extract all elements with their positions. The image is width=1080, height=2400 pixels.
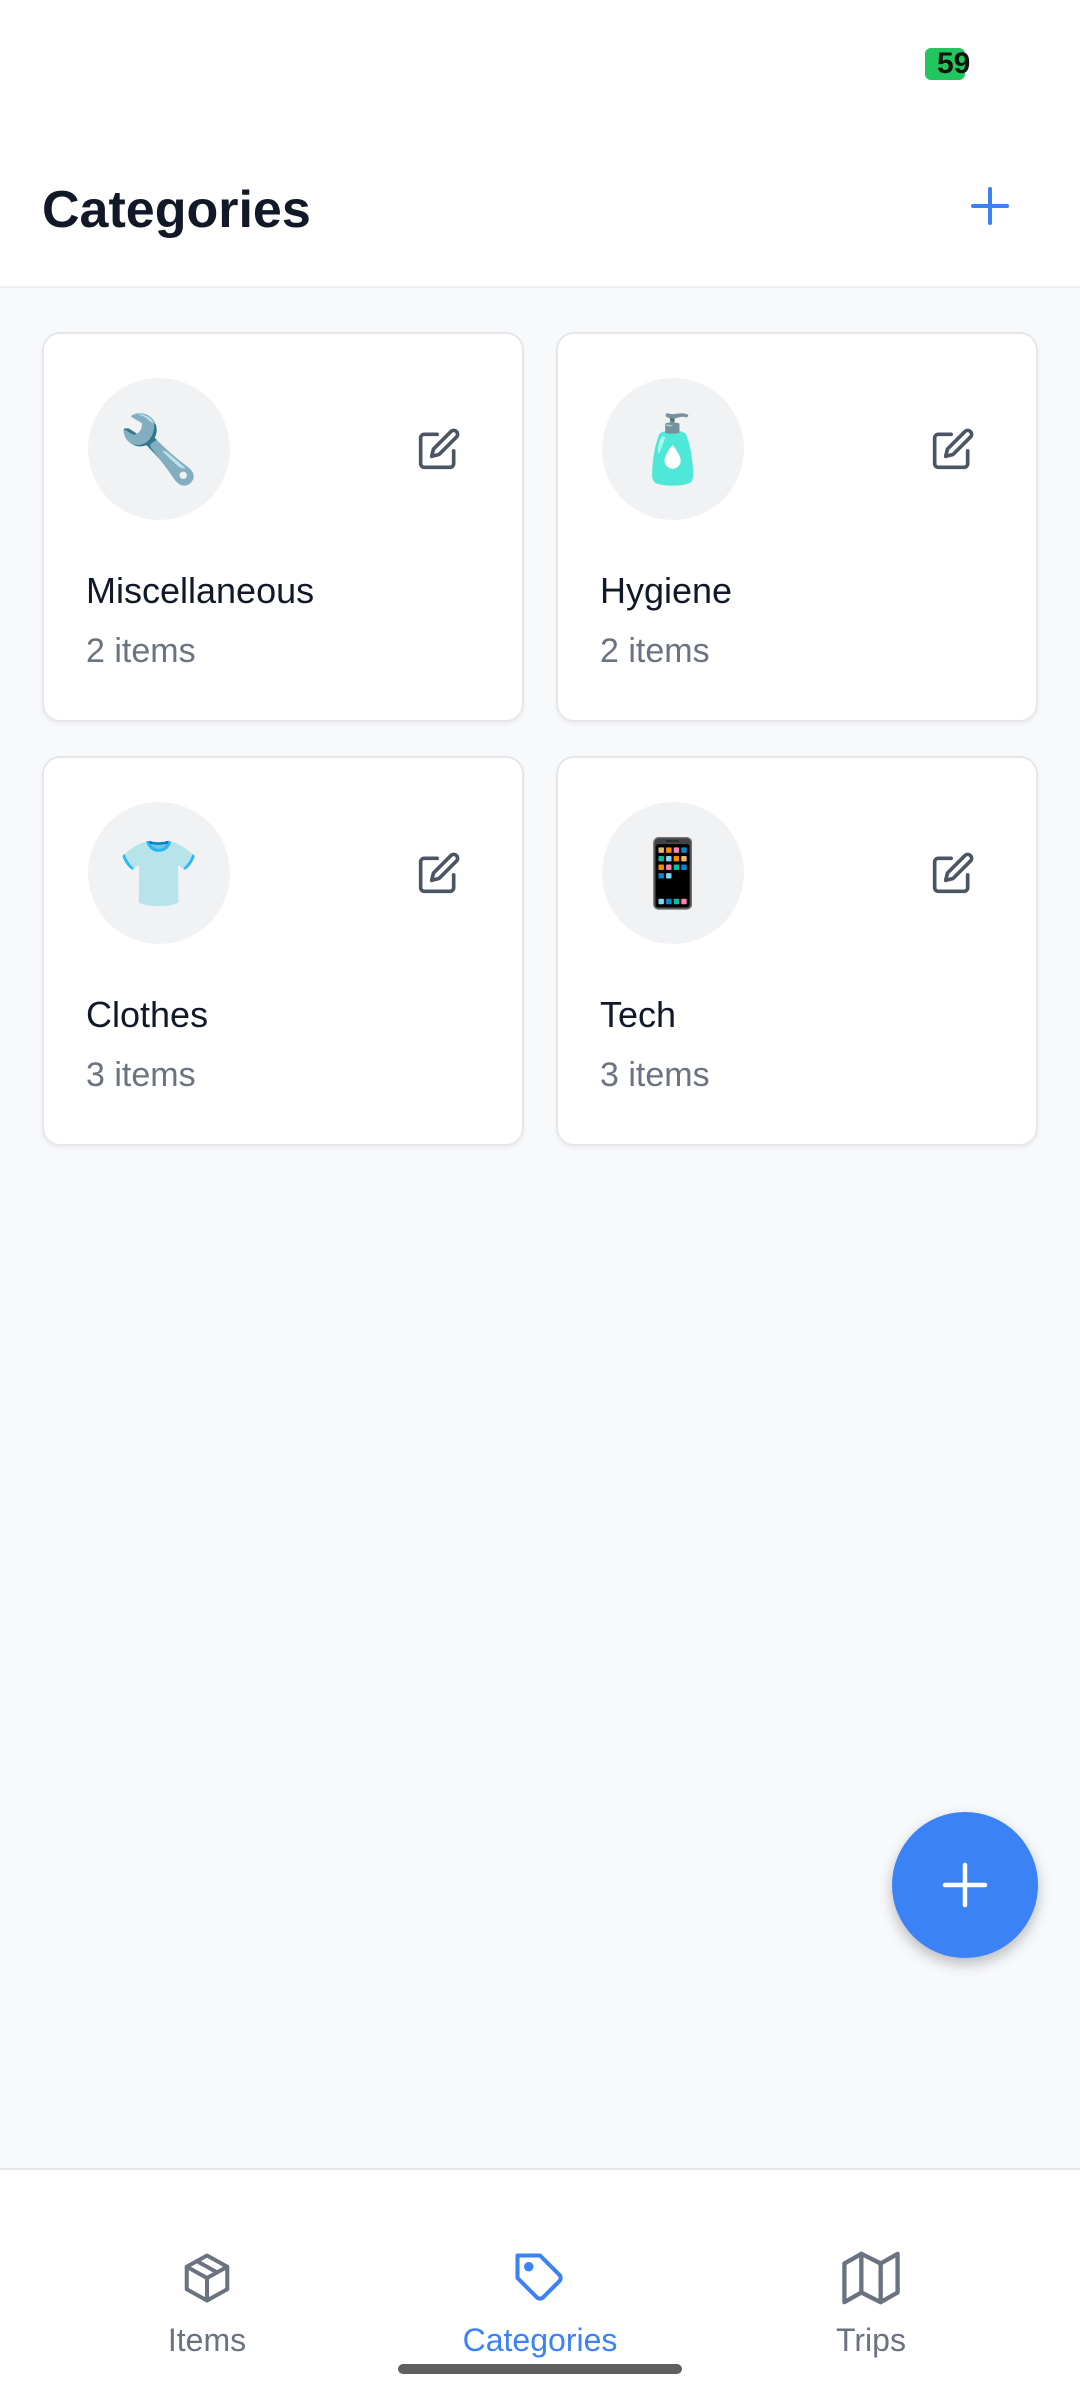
edit-button[interactable] (928, 424, 978, 474)
category-name: Miscellaneous (86, 570, 315, 611)
tab-label: Categories (462, 2322, 618, 2358)
edit-button[interactable] (414, 424, 464, 474)
plus-icon (971, 187, 1009, 225)
page-title: Categories (42, 181, 311, 239)
edit-icon (418, 428, 460, 470)
tab-items[interactable]: Items (47, 2170, 367, 2400)
category-count: 2 items (600, 632, 710, 670)
category-name: Tech (600, 994, 677, 1035)
map-icon (842, 2251, 900, 2305)
category-emoji-icon: 🧴 (602, 378, 744, 520)
status-bar: 59 (0, 0, 1080, 130)
header-add-button[interactable] (960, 176, 1020, 236)
box-icon (184, 2253, 230, 2303)
category-count: 2 items (86, 632, 196, 670)
edit-button[interactable] (928, 848, 978, 898)
tab-trips[interactable]: Trips (711, 2170, 1031, 2400)
category-name: Hygiene (600, 570, 733, 611)
header: Categories (0, 130, 1080, 288)
tab-label: Trips (836, 2322, 906, 2358)
category-card-tech[interactable]: 📱 Tech 3 items (556, 756, 1038, 1146)
category-emoji-icon: 🔧 (88, 378, 230, 520)
tag-icon (515, 2253, 563, 2301)
edit-icon (932, 852, 974, 894)
category-card-clothes[interactable]: 👕 Clothes 3 items (42, 756, 524, 1146)
edit-icon (418, 852, 460, 894)
battery-indicator: 59 (925, 48, 970, 80)
category-card-miscellaneous[interactable]: 🔧 Miscellaneous 2 items (42, 332, 524, 722)
edit-button[interactable] (414, 848, 464, 898)
category-emoji-icon: 👕 (88, 802, 230, 944)
category-count: 3 items (600, 1056, 710, 1094)
home-indicator (398, 2364, 682, 2374)
category-emoji-icon: 📱 (602, 802, 744, 944)
add-category-fab[interactable] (892, 1812, 1038, 1958)
edit-icon (932, 428, 974, 470)
category-count: 3 items (86, 1056, 196, 1094)
tab-label: Items (167, 2322, 247, 2358)
plus-icon (942, 1862, 988, 1908)
category-card-hygiene[interactable]: 🧴 Hygiene 2 items (556, 332, 1038, 722)
category-name: Clothes (86, 994, 209, 1035)
